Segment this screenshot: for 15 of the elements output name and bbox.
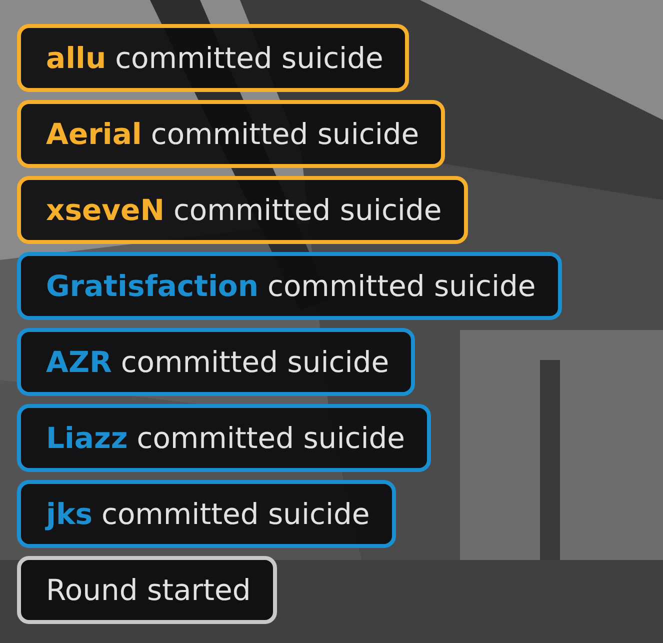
action-text: committed suicide	[268, 269, 536, 303]
player-name: jks	[46, 497, 92, 531]
action-text: committed suicide	[102, 497, 370, 531]
action-text: committed suicide	[173, 193, 442, 227]
player-name: Liazz	[46, 421, 128, 455]
action-text: committed suicide	[150, 117, 420, 151]
player-name: Gratisfaction	[46, 269, 258, 303]
player-name: xseveN	[46, 193, 164, 227]
player-name: AZR	[46, 345, 112, 379]
action-text: committed suicide	[120, 345, 390, 379]
player-name: Aerial	[46, 117, 142, 151]
player-name: allu	[46, 41, 106, 75]
event-text: Round started	[46, 573, 251, 607]
action-text: committed suicide	[136, 421, 405, 455]
action-text: committed suicide	[115, 41, 384, 75]
